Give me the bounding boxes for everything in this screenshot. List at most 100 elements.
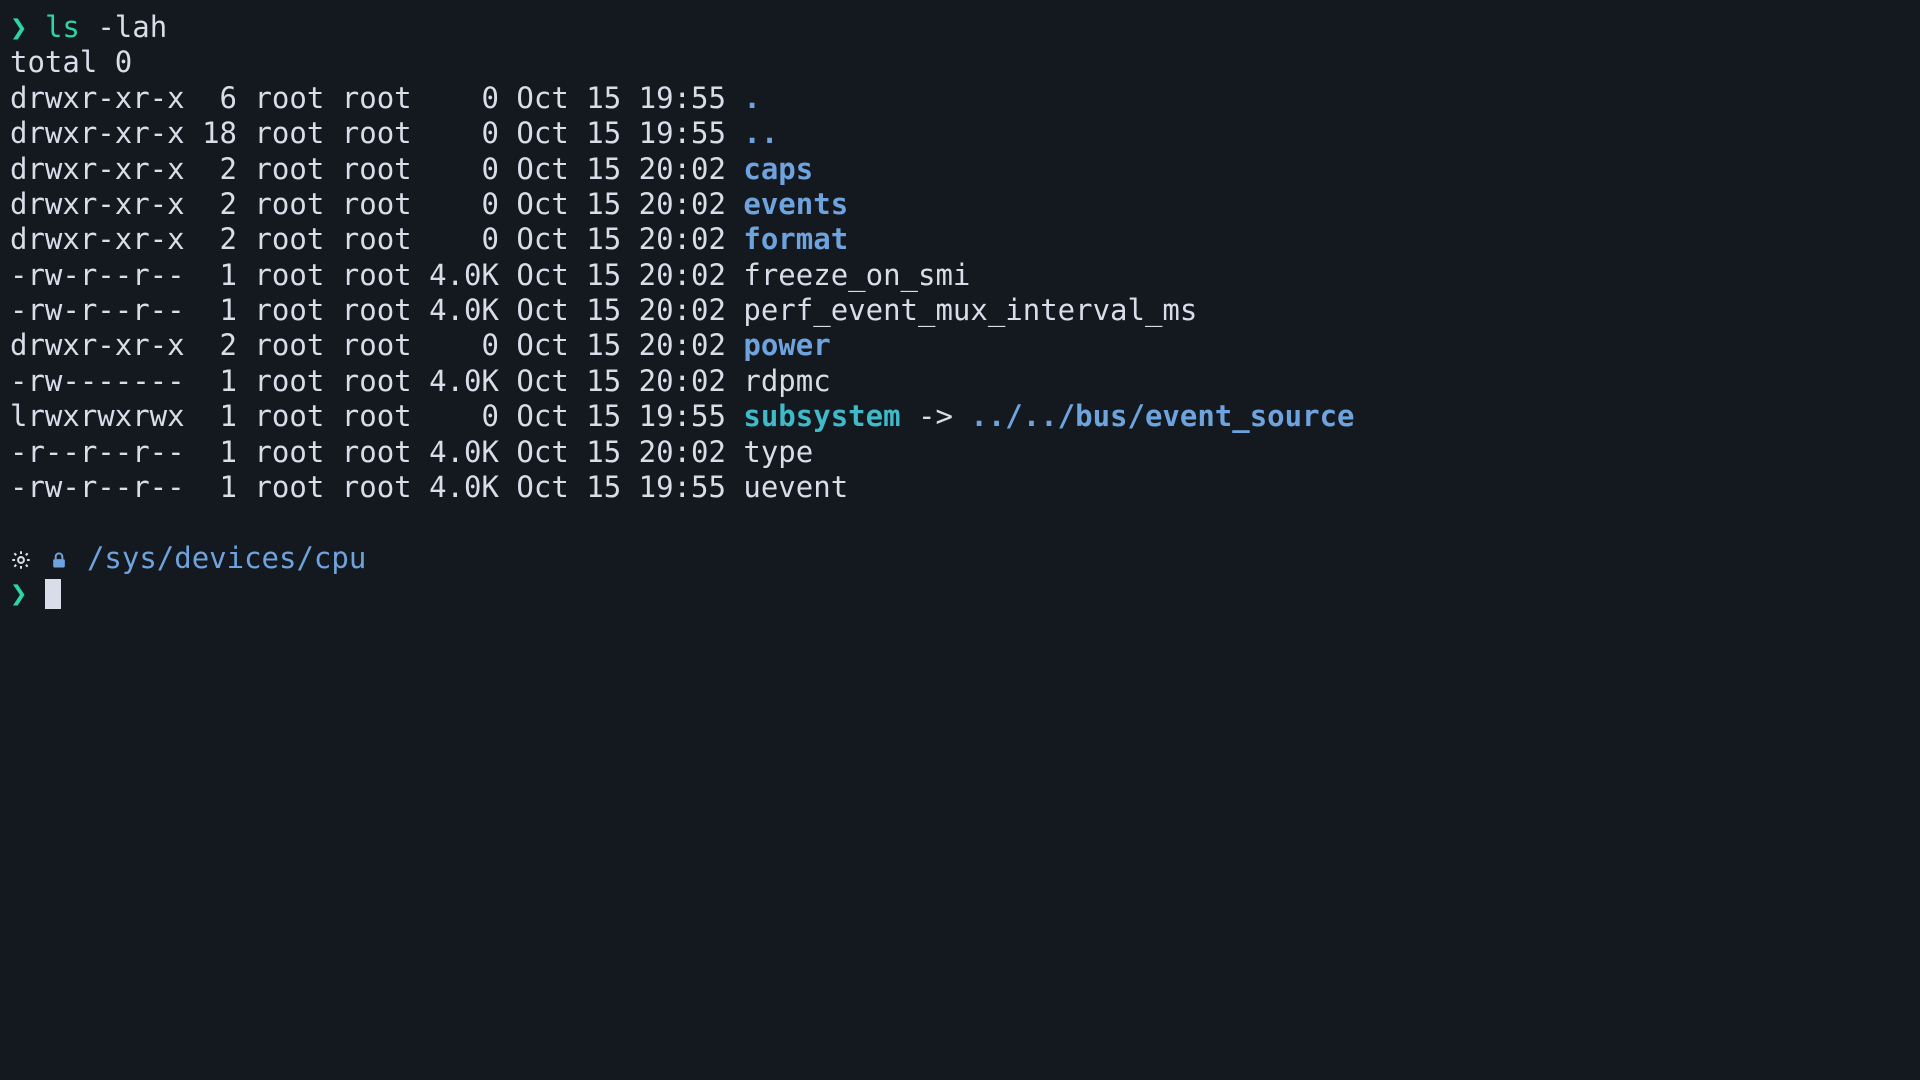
entry-perms: lrwxrwxrwx bbox=[10, 399, 185, 433]
entry-name: freeze_on_smi bbox=[743, 258, 970, 292]
entry-date: Oct 15 20:02 bbox=[516, 328, 726, 362]
entry-date: Oct 15 20:02 bbox=[516, 293, 726, 327]
symlink-target: ../../bus/event_source bbox=[970, 399, 1354, 433]
entry-perms: -rw-r--r-- bbox=[10, 293, 185, 327]
entry-date: Oct 15 20:02 bbox=[516, 187, 726, 221]
terminal-viewport[interactable]: ❯ ls -lah total 0 drwxr-xr-x 6 root root… bbox=[0, 0, 1920, 621]
entry-owner: root bbox=[254, 399, 324, 433]
entry-group: root bbox=[342, 470, 412, 504]
prompt-line: ❯ ls -lah bbox=[10, 10, 167, 44]
entry-owner: root bbox=[254, 470, 324, 504]
entry-owner: root bbox=[254, 81, 324, 115]
entry-owner: root bbox=[254, 435, 324, 469]
entry-size: 4.0K bbox=[429, 435, 499, 469]
entry-size: 0 bbox=[429, 152, 499, 186]
entry-owner: root bbox=[254, 293, 324, 327]
entry-perms: drwxr-xr-x bbox=[10, 116, 185, 150]
entry-group: root bbox=[342, 435, 412, 469]
entry-links: 2 bbox=[202, 187, 237, 221]
entry-owner: root bbox=[254, 328, 324, 362]
entry-name: caps bbox=[743, 152, 813, 186]
entry-owner: root bbox=[254, 258, 324, 292]
prompt-symbol: ❯ bbox=[10, 576, 27, 610]
entry-perms: -r--r--r-- bbox=[10, 435, 185, 469]
entry-perms: -rw-r--r-- bbox=[10, 470, 185, 504]
total-line: total 0 bbox=[10, 45, 132, 79]
listing-row: -rw-r--r-- 1 root root 4.0K Oct 15 20:02… bbox=[10, 258, 970, 292]
entry-group: root bbox=[342, 399, 412, 433]
entry-links: 2 bbox=[202, 152, 237, 186]
listing-row: drwxr-xr-x 2 root root 0 Oct 15 20:02 po… bbox=[10, 328, 831, 362]
listing-row: -rw-r--r-- 1 root root 4.0K Oct 15 20:02… bbox=[10, 293, 1197, 327]
entry-group: root bbox=[342, 222, 412, 256]
entry-links: 6 bbox=[202, 81, 237, 115]
entry-group: root bbox=[342, 293, 412, 327]
entry-links: 1 bbox=[202, 399, 237, 433]
entry-group: root bbox=[342, 152, 412, 186]
entry-name: uevent bbox=[743, 470, 848, 504]
entry-links: 2 bbox=[202, 222, 237, 256]
entry-name: subsystem bbox=[743, 399, 900, 433]
gear-icon bbox=[10, 541, 32, 575]
entry-links: 1 bbox=[202, 470, 237, 504]
entry-date: Oct 15 19:55 bbox=[516, 81, 726, 115]
entry-name: format bbox=[743, 222, 848, 256]
entry-size: 0 bbox=[429, 222, 499, 256]
entry-name: rdpmc bbox=[743, 364, 830, 398]
lock-icon bbox=[49, 541, 69, 575]
entry-date: Oct 15 20:02 bbox=[516, 435, 726, 469]
listing-row: -rw------- 1 root root 4.0K Oct 15 20:02… bbox=[10, 364, 831, 398]
entry-size: 4.0K bbox=[429, 364, 499, 398]
entry-date: Oct 15 19:55 bbox=[516, 116, 726, 150]
listing-row: drwxr-xr-x 2 root root 0 Oct 15 20:02 ca… bbox=[10, 152, 813, 186]
entry-links: 1 bbox=[202, 293, 237, 327]
entry-perms: -rw------- bbox=[10, 364, 185, 398]
entry-name: power bbox=[743, 328, 830, 362]
entry-perms: drwxr-xr-x bbox=[10, 152, 185, 186]
command-name: ls bbox=[45, 10, 80, 44]
entry-size: 0 bbox=[429, 116, 499, 150]
entry-owner: root bbox=[254, 187, 324, 221]
entry-perms: drwxr-xr-x bbox=[10, 328, 185, 362]
symlink-arrow: -> bbox=[901, 399, 971, 433]
entry-perms: drwxr-xr-x bbox=[10, 222, 185, 256]
listing-row: drwxr-xr-x 6 root root 0 Oct 15 19:55 . bbox=[10, 81, 761, 115]
entry-perms: drwxr-xr-x bbox=[10, 81, 185, 115]
entry-group: root bbox=[342, 364, 412, 398]
entry-group: root bbox=[342, 116, 412, 150]
file-listing: drwxr-xr-x 6 root root 0 Oct 15 19:55 . … bbox=[10, 81, 1354, 504]
entry-owner: root bbox=[254, 116, 324, 150]
entry-size: 0 bbox=[429, 81, 499, 115]
entry-size: 4.0K bbox=[429, 258, 499, 292]
listing-row: -rw-r--r-- 1 root root 4.0K Oct 15 19:55… bbox=[10, 470, 848, 504]
cwd-path: /sys/devices/cpu bbox=[87, 541, 366, 575]
entry-name: perf_event_mux_interval_ms bbox=[743, 293, 1197, 327]
entry-size: 0 bbox=[429, 187, 499, 221]
entry-links: 1 bbox=[202, 435, 237, 469]
entry-name: events bbox=[743, 187, 848, 221]
entry-size: 0 bbox=[429, 328, 499, 362]
entry-date: Oct 15 20:02 bbox=[516, 222, 726, 256]
entry-owner: root bbox=[254, 152, 324, 186]
entry-size: 4.0K bbox=[429, 293, 499, 327]
listing-row: lrwxrwxrwx 1 root root 0 Oct 15 19:55 su… bbox=[10, 399, 1354, 433]
entry-date: Oct 15 19:55 bbox=[516, 470, 726, 504]
listing-row: drwxr-xr-x 18 root root 0 Oct 15 19:55 .… bbox=[10, 116, 778, 150]
entry-group: root bbox=[342, 328, 412, 362]
prompt-symbol: ❯ bbox=[10, 10, 27, 44]
entry-name: . bbox=[743, 81, 760, 115]
entry-group: root bbox=[342, 81, 412, 115]
cursor-block bbox=[45, 579, 61, 609]
listing-row: drwxr-xr-x 2 root root 0 Oct 15 20:02 ev… bbox=[10, 187, 848, 221]
entry-group: root bbox=[342, 258, 412, 292]
entry-date: Oct 15 19:55 bbox=[516, 399, 726, 433]
command-args: -lah bbox=[97, 10, 167, 44]
entry-links: 1 bbox=[202, 258, 237, 292]
entry-links: 2 bbox=[202, 328, 237, 362]
next-prompt-line: ❯ bbox=[10, 576, 61, 610]
entry-date: Oct 15 20:02 bbox=[516, 258, 726, 292]
entry-owner: root bbox=[254, 222, 324, 256]
entry-name: type bbox=[743, 435, 813, 469]
entry-links: 18 bbox=[202, 116, 237, 150]
entry-group: root bbox=[342, 187, 412, 221]
